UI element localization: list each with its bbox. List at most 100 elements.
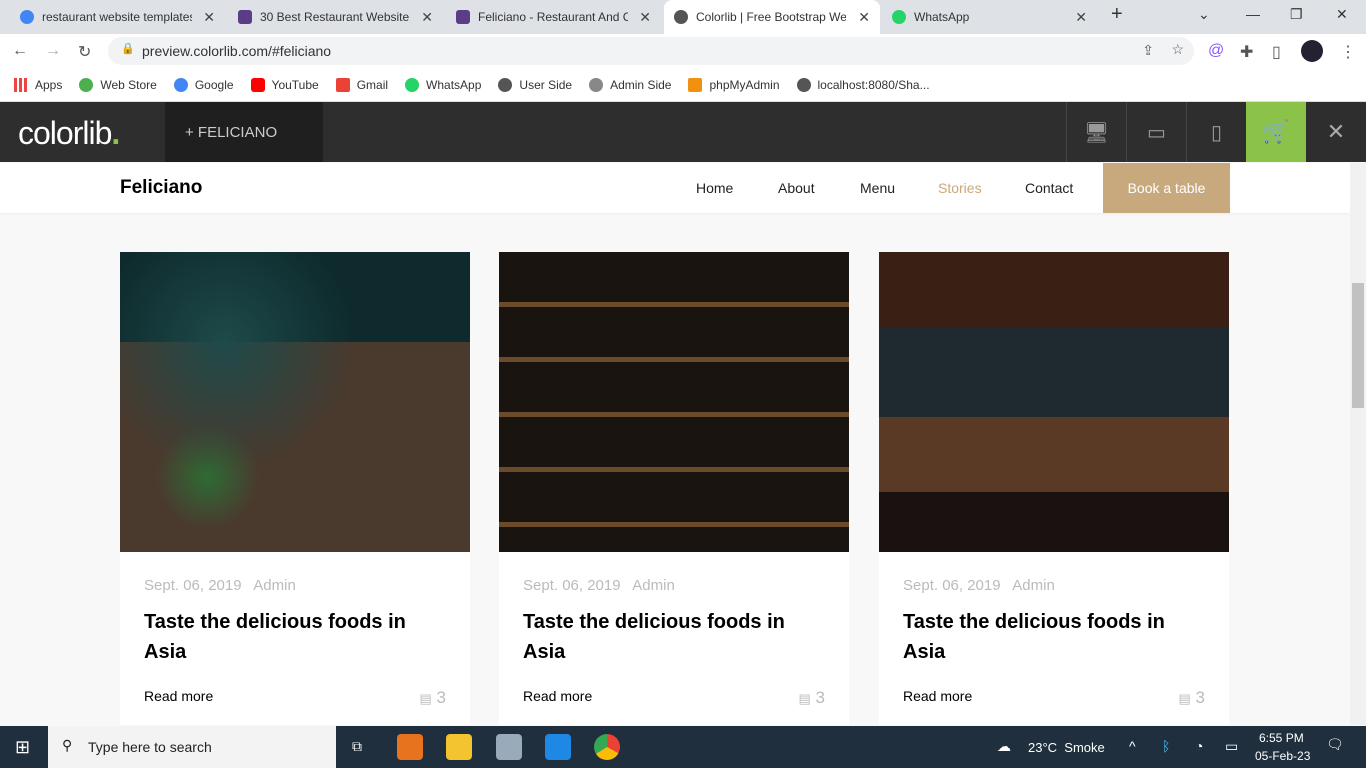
address-bar-row: ← → ↻ 🔒 preview.colorlib.com/#feliciano ⇪…	[0, 34, 1366, 68]
notification-icon[interactable]: 🗨	[1326, 736, 1344, 753]
page-scrollbar[interactable]	[1350, 163, 1366, 725]
scrollbar-thumb[interactable]	[1352, 283, 1364, 408]
bookmark-star-icon[interactable]: ☆	[1171, 41, 1184, 58]
theme-selector[interactable]: + FELICIANO	[165, 102, 323, 162]
weather-text[interactable]: 23°C Smoke	[1028, 740, 1105, 755]
mobile-view-icon[interactable]: ▯	[1186, 102, 1246, 162]
wifi-icon[interactable]: ◔	[1195, 738, 1203, 754]
xampp-icon[interactable]	[397, 734, 423, 760]
comment-icon: ▤	[419, 691, 432, 706]
share-icon[interactable]: ⇪	[1142, 42, 1154, 59]
sidebar-icon[interactable]: ▯	[1272, 42, 1281, 62]
bookmark-google[interactable]: Google	[173, 77, 234, 92]
bookmark-web-store[interactable]: Web Store	[79, 77, 157, 92]
new-tab-button[interactable]: +	[1111, 3, 1123, 26]
close-tab-icon[interactable]: ✕	[1075, 9, 1087, 26]
tab-colorlib[interactable]: Colorlib | Free Bootstrap Web ✕	[664, 0, 880, 34]
bookmark-whatsapp[interactable]: WhatsApp	[405, 77, 481, 92]
tab-google[interactable]: restaurant website templates ✕	[10, 0, 225, 34]
windows-start-icon[interactable]: ⊞	[15, 737, 30, 758]
post-title[interactable]: Taste the delicious foods in Asia	[903, 607, 1203, 667]
close-tab-icon[interactable]: ✕	[858, 9, 870, 26]
tablet-view-icon[interactable]: ▭	[1126, 102, 1186, 162]
colorlib-logo[interactable]: colorlib.	[18, 115, 120, 152]
back-icon[interactable]: ←	[12, 42, 28, 60]
maximize-button[interactable]: ❐	[1290, 6, 1303, 23]
file-explorer-icon[interactable]	[446, 734, 472, 760]
battery-icon[interactable]: ▭	[1225, 738, 1238, 755]
blog-card: Sept. 06, 2019 Admin Taste the delicious…	[499, 252, 849, 725]
tab-whatsapp[interactable]: WhatsApp ✕	[882, 0, 1097, 34]
globe-icon	[498, 77, 513, 92]
avatar[interactable]	[1301, 40, 1323, 62]
post-author[interactable]: Admin	[1012, 577, 1055, 594]
puzzle-icon[interactable]: ✚	[1240, 42, 1253, 62]
minimize-button[interactable]: —	[1246, 6, 1260, 22]
bookmark-apps[interactable]: Apps	[14, 77, 62, 92]
tab-30-best[interactable]: 30 Best Restaurant Website T ✕	[228, 0, 443, 34]
blog-card: Sept. 06, 2019 Admin Taste the delicious…	[879, 252, 1229, 725]
comment-icon: ▤	[798, 691, 811, 706]
post-title[interactable]: Taste the delicious foods in Asia	[144, 607, 444, 667]
clock-time[interactable]: 6:55 PM	[1259, 731, 1304, 745]
menu-dots-icon[interactable]: ⋮	[1340, 42, 1356, 62]
bookmark-gmail[interactable]: Gmail	[335, 77, 388, 92]
whatsapp-icon	[892, 10, 906, 24]
post-author[interactable]: Admin	[632, 577, 675, 594]
google-icon	[20, 10, 34, 24]
close-tab-icon[interactable]: ✕	[421, 9, 433, 26]
close-tab-icon[interactable]: ✕	[639, 9, 651, 26]
globe-icon	[674, 10, 688, 24]
site-brand[interactable]: Feliciano	[120, 177, 202, 199]
extension-icon[interactable]: @	[1208, 42, 1224, 60]
bluetooth-icon[interactable]: ᛒ	[1162, 738, 1170, 754]
desktop-view-icon[interactable]: 🖥	[1066, 102, 1126, 162]
comment-count[interactable]: ▤ 3	[799, 688, 826, 708]
close-preview-icon[interactable]: ✕	[1306, 102, 1366, 162]
forward-icon[interactable]: →	[45, 42, 61, 60]
app-icon[interactable]	[496, 734, 522, 760]
bookmark-user-side[interactable]: User Side	[498, 77, 572, 92]
read-more-link[interactable]: Read more	[523, 688, 592, 704]
post-author[interactable]: Admin	[253, 577, 296, 594]
bookmark-youtube[interactable]: YouTube	[250, 77, 319, 92]
nav-stories[interactable]: Stories	[938, 180, 982, 196]
nav-contact[interactable]: Contact	[1025, 180, 1073, 196]
vscode-icon[interactable]	[545, 734, 571, 760]
post-date[interactable]: Sept. 06, 2019	[903, 577, 1001, 594]
comment-count[interactable]: ▤ 3	[420, 688, 447, 708]
site-preview: Feliciano Home About Menu Stories Contac…	[0, 163, 1350, 725]
url-input[interactable]: 🔒 preview.colorlib.com/#feliciano ⇪ ☆	[108, 37, 1194, 65]
post-date[interactable]: Sept. 06, 2019	[144, 577, 242, 594]
bookmark-admin-side[interactable]: Admin Side	[589, 77, 671, 92]
nav-menu[interactable]: Menu	[860, 180, 895, 196]
comment-count[interactable]: ▤ 3	[1179, 688, 1206, 708]
post-image[interactable]	[120, 252, 470, 552]
task-view-icon[interactable]: ⧉	[352, 738, 362, 755]
search-icon: ⚲	[62, 737, 73, 753]
nav-about[interactable]: About	[778, 180, 815, 196]
post-image[interactable]	[499, 252, 849, 552]
cart-icon[interactable]: 🛒	[1246, 102, 1306, 162]
bookmark-localhost[interactable]: localhost:8080/Sha...	[796, 77, 930, 92]
post-title[interactable]: Taste the delicious foods in Asia	[523, 607, 823, 667]
tray-chevron-icon[interactable]: ^	[1129, 738, 1136, 754]
book-table-button[interactable]: Book a table	[1103, 163, 1230, 213]
read-more-link[interactable]: Read more	[903, 688, 972, 704]
reload-icon[interactable]: ↻	[78, 42, 91, 62]
post-date[interactable]: Sept. 06, 2019	[523, 577, 621, 594]
tab-search-icon[interactable]: ⌄	[1198, 6, 1210, 23]
chrome-icon[interactable]	[594, 734, 620, 760]
taskbar-search[interactable]: ⚲ Type here to search	[48, 726, 336, 768]
tab-feliciano[interactable]: Feliciano - Restaurant And Ca ✕	[446, 0, 661, 34]
weather-icon: ☁	[997, 738, 1011, 754]
close-window-button[interactable]: ✕	[1336, 6, 1348, 23]
read-more-link[interactable]: Read more	[144, 688, 213, 704]
nav-home[interactable]: Home	[696, 180, 733, 196]
post-image[interactable]	[879, 252, 1229, 552]
youtube-icon	[250, 77, 265, 92]
clock-date[interactable]: 05-Feb-23	[1255, 749, 1310, 763]
close-tab-icon[interactable]: ✕	[203, 9, 215, 26]
bookmark-phpmyadmin[interactable]: phpMyAdmin	[688, 77, 780, 92]
blog-card: Sept. 06, 2019 Admin Taste the delicious…	[120, 252, 470, 725]
